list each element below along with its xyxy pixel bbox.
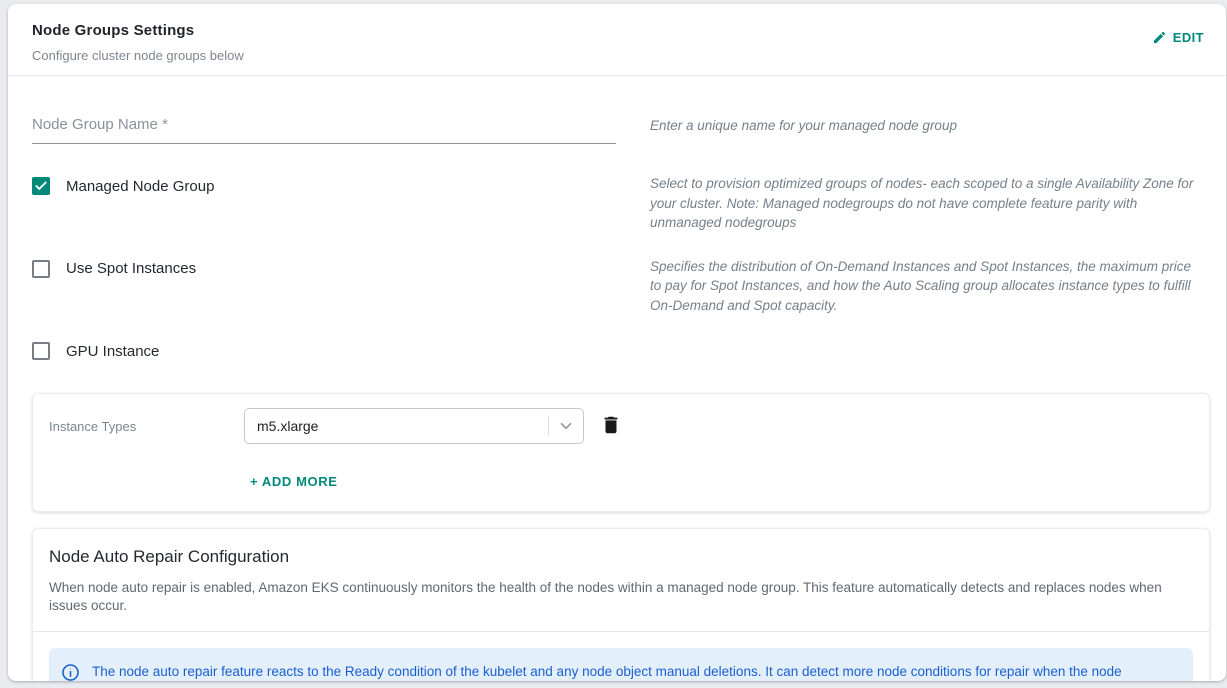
panel-header-text: Node Groups Settings Configure cluster n…: [32, 22, 244, 63]
info-icon: [61, 663, 80, 681]
trash-icon: [600, 414, 622, 439]
node-group-name-input[interactable]: [32, 110, 616, 144]
managed-node-group-hint: Select to provision optimized groups of …: [650, 174, 1210, 233]
node-group-name-field-wrap: [32, 110, 616, 144]
node-auto-repair-description: When node auto repair is enabled, Amazon…: [49, 579, 1193, 615]
instance-type-selected-value: m5.xlarge: [257, 418, 548, 434]
node-auto-repair-title: Node Auto Repair Configuration: [49, 547, 1193, 567]
node-groups-settings-panel: Node Groups Settings Configure cluster n…: [8, 4, 1226, 681]
header-divider: [8, 75, 1226, 76]
info-alert-text: The node auto repair feature reacts to t…: [92, 664, 1122, 681]
node-auto-repair-header: Node Auto Repair Configuration When node…: [33, 529, 1209, 631]
managed-node-group-label: Managed Node Group: [66, 178, 214, 195]
gpu-instance-checkbox-wrap: GPU Instance: [32, 339, 616, 365]
gpu-instance-label: GPU Instance: [66, 343, 159, 360]
managed-node-group-checkbox-wrap: Managed Node Group: [32, 174, 616, 198]
edit-button-label: EDIT: [1173, 30, 1204, 45]
use-spot-instances-checkbox[interactable]: Use Spot Instances: [32, 257, 196, 278]
info-alert-text-block: The node auto repair feature reacts to t…: [92, 662, 1177, 681]
checkbox-unchecked-icon: [32, 260, 50, 278]
gpu-instance-row: GPU Instance: [32, 339, 1210, 365]
gpu-instance-checkbox[interactable]: GPU Instance: [32, 339, 159, 360]
instance-type-select[interactable]: m5.xlarge: [244, 408, 584, 444]
instance-types-card: Instance Types m5.xlarge + ADD MORE: [32, 393, 1210, 512]
chevron-down-icon[interactable]: [549, 417, 583, 435]
checkbox-checked-icon: [32, 177, 50, 195]
edit-button[interactable]: EDIT: [1148, 24, 1208, 51]
use-spot-instances-checkbox-wrap: Use Spot Instances: [32, 257, 616, 283]
instance-types-label: Instance Types: [49, 419, 244, 434]
use-spot-instances-label: Use Spot Instances: [66, 260, 196, 277]
node-group-name-hint: Enter a unique name for your managed nod…: [650, 110, 1210, 136]
managed-node-group-checkbox[interactable]: Managed Node Group: [32, 174, 214, 195]
node-auto-repair-body: The node auto repair feature reacts to t…: [33, 632, 1209, 681]
panel-header: Node Groups Settings Configure cluster n…: [8, 4, 1226, 75]
use-spot-instances-hint: Specifies the distribution of On-Demand …: [650, 257, 1210, 316]
page-title: Node Groups Settings: [32, 22, 244, 39]
delete-instance-type-button[interactable]: [598, 412, 624, 441]
instance-type-row: Instance Types m5.xlarge: [49, 408, 1193, 444]
add-more-button[interactable]: + ADD MORE: [248, 470, 340, 493]
info-alert: The node auto repair feature reacts to t…: [49, 648, 1193, 681]
node-group-name-row: Enter a unique name for your managed nod…: [32, 110, 1210, 144]
checkbox-unchecked-icon: [32, 342, 50, 360]
panel-body: Enter a unique name for your managed nod…: [8, 110, 1226, 681]
page-subtitle: Configure cluster node groups below: [32, 48, 244, 63]
node-auto-repair-card: Node Auto Repair Configuration When node…: [32, 528, 1210, 681]
use-spot-instances-row: Use Spot Instances Specifies the distrib…: [32, 257, 1210, 316]
managed-node-group-row: Managed Node Group Select to provision o…: [32, 174, 1210, 233]
pencil-icon: [1152, 30, 1167, 45]
